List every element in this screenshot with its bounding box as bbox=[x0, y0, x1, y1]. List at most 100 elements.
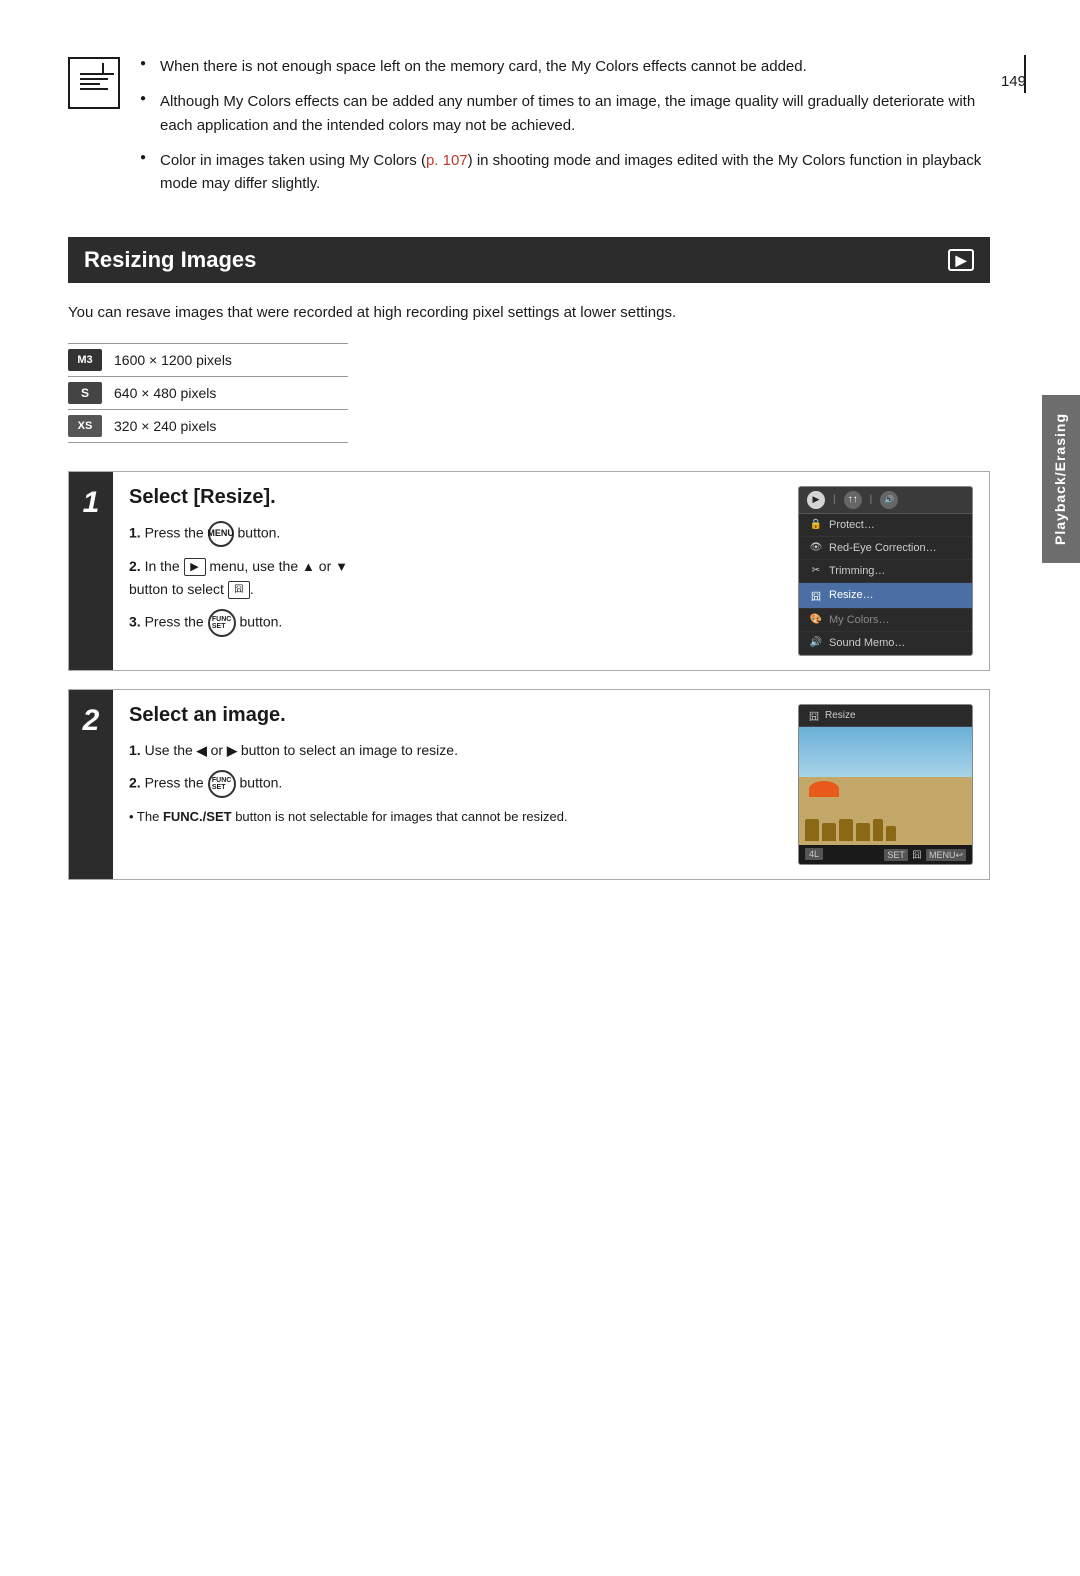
cam-menu-redeye-label: Red-Eye Correction… bbox=[829, 542, 937, 554]
step-1-instr-3: 3. Press the FUNCSET button. bbox=[129, 609, 780, 637]
beach-sky bbox=[799, 727, 972, 777]
cam-top-bar: ▶ | ↑↑ | 🔊 bbox=[799, 487, 972, 514]
doc-lines bbox=[80, 73, 108, 93]
mycolors-icon: 🎨 bbox=[809, 614, 823, 625]
cam-img-controls: SET 囧 MENU↩ bbox=[884, 848, 966, 861]
umbrella-1 bbox=[809, 781, 839, 797]
note-icon bbox=[68, 57, 120, 109]
doc-line-2 bbox=[80, 78, 108, 80]
notes-section: When there is not enough space left on t… bbox=[68, 55, 990, 207]
redeye-icon: 👁 bbox=[809, 542, 823, 553]
protect-icon: 🔒 bbox=[809, 519, 823, 530]
step-2-title: Select an image. bbox=[129, 704, 780, 727]
section-title: Resizing Images bbox=[84, 247, 256, 273]
resolution-row-s: S 640 × 480 pixels bbox=[68, 377, 348, 410]
resolution-row-xs: XS 320 × 240 pixels bbox=[68, 410, 348, 443]
sound-icon: 🔊 bbox=[809, 637, 823, 648]
cam-menu-sound: 🔊 Sound Memo… bbox=[799, 632, 972, 655]
cam-settings-tab: ↑↑ bbox=[844, 491, 862, 509]
cam-menu-mycolors: 🎨 My Colors… bbox=[799, 609, 972, 632]
cam-menu-sound-label: Sound Memo… bbox=[829, 637, 905, 649]
step-2-instructions: 1. Use the ◀ or ▶ button to select an im… bbox=[129, 739, 780, 828]
resize-ctrl-icon: 囧 bbox=[912, 850, 921, 860]
cam-resize-title: Resize bbox=[825, 710, 856, 721]
resolution-row-m3: M3 1600 × 1200 pixels bbox=[68, 344, 348, 377]
cam-menu-redeye: 👁 Red-Eye Correction… bbox=[799, 537, 972, 560]
res-text-s: 640 × 480 pixels bbox=[114, 385, 216, 401]
cam-menu-protect-label: Protect… bbox=[829, 519, 875, 531]
cam-menu-protect: 🔒 Protect… bbox=[799, 514, 972, 537]
step-2-container: 2 Select an image. 1. Use the ◀ or ▶ but… bbox=[68, 689, 990, 880]
playback-menu-icon: ▶ bbox=[184, 558, 206, 576]
step-2-content: Select an image. 1. Use the ◀ or ▶ butto… bbox=[113, 690, 989, 879]
camera-menu: ▶ | ↑↑ | 🔊 🔒 Protect… 👁 Red-Eye Correcti… bbox=[799, 487, 972, 655]
res-text-xs: 320 × 240 pixels bbox=[114, 418, 216, 434]
notes-list: When there is not enough space left on t… bbox=[138, 55, 990, 195]
playback-mode-icon: ▶ bbox=[948, 249, 974, 271]
trim-icon: ✂ bbox=[809, 565, 823, 576]
cam-img-bottom-bar: 4L SET 囧 MENU↩ bbox=[799, 845, 972, 864]
step-2-note: • The FUNC./SET button is not selectable… bbox=[129, 806, 780, 827]
resize-icon: 囧 bbox=[809, 588, 823, 603]
cam-menu-trim-label: Trimming… bbox=[829, 565, 885, 577]
up-arrow-icon: ▲ bbox=[302, 559, 315, 574]
step-1-instr-1: 1. Press the MENU button. bbox=[129, 521, 780, 547]
res-badge-xs: XS bbox=[68, 415, 102, 437]
cam-img-body bbox=[799, 727, 972, 845]
res-text-m3: 1600 × 1200 pixels bbox=[114, 352, 232, 368]
cam-playback-tab: ▶ bbox=[807, 491, 825, 509]
step-1-instr-2: 2. In the ▶ menu, use the ▲ or ▼ button … bbox=[129, 555, 780, 601]
cam-sep-2: | bbox=[870, 494, 873, 505]
cam-img-top-bar: 囧 Resize bbox=[799, 705, 972, 727]
chair-1 bbox=[805, 819, 819, 841]
func-set-button-icon: FUNCSET bbox=[208, 609, 236, 637]
step-2-instr-1: 1. Use the ◀ or ▶ button to select an im… bbox=[129, 739, 780, 762]
step-2-instr-2: 2. Press the FUNCSET button. bbox=[129, 770, 780, 798]
step-1-content: Select [Resize]. 1. Press the MENU butto… bbox=[113, 472, 989, 670]
doc-line-4 bbox=[80, 88, 108, 90]
beach-chairs bbox=[799, 777, 972, 845]
note-item-1: When there is not enough space left on t… bbox=[138, 55, 990, 78]
resolution-table: M3 1600 × 1200 pixels S 640 × 480 pixels… bbox=[68, 343, 348, 443]
cam-menu-resize: 囧 Resize… bbox=[799, 583, 972, 609]
left-arrow-icon: ◀ bbox=[197, 743, 207, 758]
cam-sound-tab: 🔊 bbox=[880, 491, 898, 509]
chair-5 bbox=[873, 819, 883, 841]
doc-line-3 bbox=[80, 83, 100, 85]
menu-button-icon: MENU bbox=[208, 521, 234, 547]
step-1-instructions: 1. Press the MENU button. 2. In the ▶ me… bbox=[129, 521, 780, 637]
menu-return-label: MENU↩ bbox=[926, 849, 966, 861]
section-heading: Resizing Images ▶ bbox=[68, 237, 990, 283]
chair-3 bbox=[839, 819, 853, 841]
cam-img-size-label: 4L bbox=[805, 848, 823, 860]
step-1-title: Select [Resize]. bbox=[129, 486, 780, 509]
down-arrow-icon: ▼ bbox=[335, 559, 348, 574]
cam-resize-title-icon: 囧 bbox=[807, 708, 821, 723]
cam-menu-mycolors-label: My Colors… bbox=[829, 614, 890, 626]
res-badge-s: S bbox=[68, 382, 102, 404]
resize-select-icon: 囧 bbox=[228, 581, 250, 599]
corner-fold bbox=[102, 63, 114, 75]
main-content: When there is not enough space left on t… bbox=[68, 55, 990, 880]
chair-6 bbox=[886, 826, 896, 841]
res-badge-m3: M3 bbox=[68, 349, 102, 371]
page-link[interactable]: p. 107 bbox=[426, 152, 468, 169]
side-tab: Playback/Erasing bbox=[1042, 395, 1080, 563]
chair-2 bbox=[822, 823, 836, 841]
step-2-text: Select an image. 1. Use the ◀ or ▶ butto… bbox=[129, 704, 780, 865]
cam-sep-1: | bbox=[833, 494, 836, 505]
cam-menu-resize-label: Resize… bbox=[829, 589, 874, 601]
right-arrow-icon: ▶ bbox=[227, 743, 237, 758]
note-item-2: Although My Colors effects can be added … bbox=[138, 90, 990, 137]
notes-text: When there is not enough space left on t… bbox=[138, 55, 990, 207]
section-intro: You can resave images that were recorded… bbox=[68, 301, 990, 324]
cam-menu-trim: ✂ Trimming… bbox=[799, 560, 972, 583]
step-2-number: 2 bbox=[69, 690, 113, 879]
note-item-3: Color in images taken using My Colors (p… bbox=[138, 149, 990, 196]
step-1-text: Select [Resize]. 1. Press the MENU butto… bbox=[129, 486, 780, 656]
set-label: SET bbox=[884, 849, 908, 861]
camera-screen-1: ▶ | ↑↑ | 🔊 🔒 Protect… 👁 Red-Eye Correcti… bbox=[798, 486, 973, 656]
step-1-container: 1 Select [Resize]. 1. Press the MENU but… bbox=[68, 471, 990, 671]
camera-screen-2: 囧 Resize 4L bbox=[798, 704, 973, 865]
step-1-number: 1 bbox=[69, 472, 113, 670]
